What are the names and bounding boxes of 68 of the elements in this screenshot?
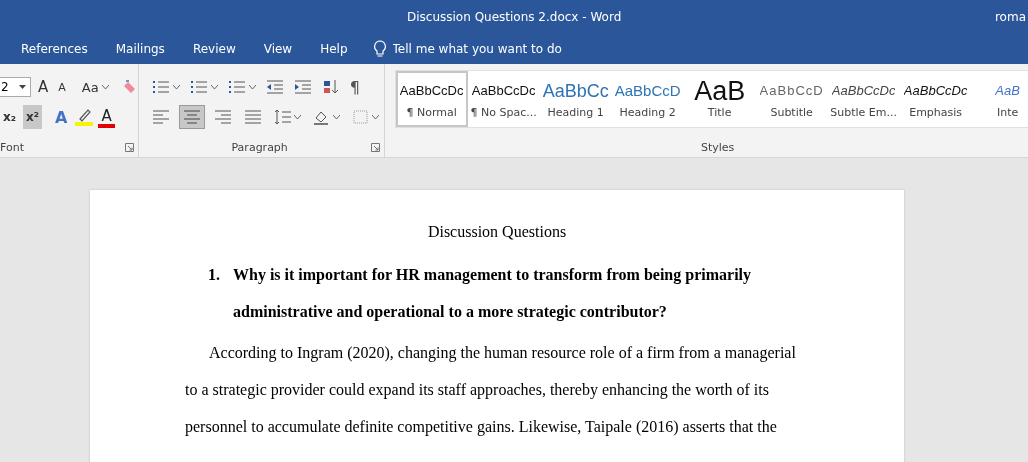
shrink-font-button[interactable]: A — [55, 78, 69, 96]
dropdown-icon[interactable] — [293, 115, 301, 119]
dropdown-icon[interactable] — [19, 85, 26, 89]
style-preview: AaBbCc — [542, 79, 609, 102]
font-size-field[interactable]: 2 — [0, 77, 31, 97]
document-heading: Discussion Questions — [426, 222, 568, 242]
dropdown-icon[interactable] — [248, 85, 256, 89]
change-case-button[interactable]: Aa — [78, 77, 112, 97]
question-text: Why is it important for HR management to transform from being primarily administrative and operational to a more strategic contributor? — [233, 265, 752, 323]
dropdown-icon[interactable] — [332, 115, 340, 119]
group-label: Font — [0, 140, 24, 154]
style-preview: AaBbCcD — [759, 81, 824, 100]
ribbon-tab[interactable]: References — [12, 38, 97, 60]
list-icon[interactable] — [227, 79, 246, 95]
style-preview: AaBbCcDc — [903, 81, 968, 100]
style-preview: AaB — [694, 79, 746, 102]
style-name: Subtitle — [770, 105, 813, 119]
style-option[interactable]: AaBbCcDc ¶ Normal — [395, 71, 468, 127]
superscript-button[interactable]: x² — [23, 105, 42, 129]
ribbon-tab[interactable]: Mailings — [106, 38, 174, 60]
dropdown-icon[interactable] — [371, 115, 379, 119]
style-option[interactable]: AaB Inte — [971, 71, 1028, 127]
style-option[interactable]: AaBbCcDc ¶ No Spac... — [467, 71, 540, 127]
font-color-button[interactable]: A — [98, 106, 115, 128]
style-option[interactable]: AaBbCcD Subtitle — [755, 71, 828, 127]
style-option[interactable]: AaBbCc Heading 1 — [539, 71, 612, 127]
style-preview: AaBbCcDc — [831, 81, 896, 100]
list-icon[interactable] — [189, 79, 208, 95]
style-preview: AaB — [995, 81, 1020, 100]
style-name: Heading 2 — [619, 105, 676, 119]
paint-bucket-icon[interactable] — [312, 109, 331, 125]
subscript-button[interactable]: x₂ — [0, 105, 19, 129]
style-option[interactable]: AaBbCcDc Subtle Em... — [827, 71, 900, 127]
style-preview: AaBbCcDc — [471, 81, 536, 100]
list-icon[interactable] — [151, 79, 170, 95]
group-label: Styles — [699, 140, 736, 154]
style-name: Title — [707, 105, 732, 119]
style-option[interactable]: AaB Title — [683, 71, 756, 127]
show-marks-button[interactable]: ¶ — [346, 74, 363, 100]
style-name: Heading 1 — [547, 105, 604, 119]
list-number: 1. — [208, 265, 221, 285]
style-option[interactable]: AaBbCcDc Emphasis — [899, 71, 972, 127]
line-spacing-icon[interactable] — [273, 109, 292, 125]
group-label: Paragraph — [230, 140, 289, 154]
tell-me-field[interactable]: Tell me what you want to do — [392, 42, 593, 56]
dropdown-icon[interactable] — [101, 85, 109, 89]
style-name: Subtle Em... — [830, 105, 897, 119]
style-preview: AaBbCcD — [614, 80, 681, 101]
body-paragraph: According to Ingram (2020), changing the human resource role of a firm from a managerial to a strategic provider could expand its staff approaches, thereby enhancing the worth of its personnel to accumulate definite competitive gains. Likewise, Taipale (2016) asserts that the — [185, 343, 797, 438]
dialog-launcher-icon[interactable] — [370, 142, 380, 152]
ribbon-tab[interactable]: View — [254, 38, 302, 60]
style-name: Inte — [997, 105, 1019, 119]
ribbon-tab[interactable]: Review — [183, 38, 245, 60]
ribbon-tab[interactable]: Help — [311, 38, 357, 60]
dropdown-icon[interactable] — [172, 85, 180, 89]
highlighter-icon[interactable] — [74, 108, 95, 126]
style-option[interactable]: AaBbCcD Heading 2 — [611, 71, 684, 127]
style-name: ¶ No Spac... — [470, 105, 537, 119]
lightbulb-icon[interactable] — [372, 40, 387, 58]
style-preview: AaBbCcDc — [399, 81, 464, 100]
style-name: Emphasis — [909, 105, 963, 119]
user-name[interactable]: roma — [994, 10, 1026, 24]
window-title: Discussion Questions 2.docx - Word — [407, 10, 622, 24]
grow-font-button[interactable]: A — [35, 76, 52, 98]
style-name: ¶ Normal — [406, 105, 457, 119]
dialog-launcher-icon[interactable] — [124, 142, 134, 152]
text-effects-button[interactable]: A — [52, 105, 71, 129]
dropdown-icon[interactable] — [210, 85, 218, 89]
